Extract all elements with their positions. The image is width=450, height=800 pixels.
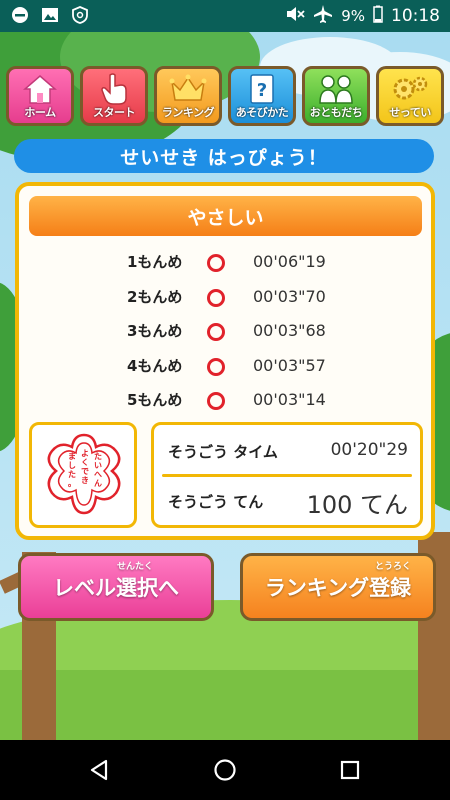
svg-text:き: き [81,476,89,485]
total-time-label: そうごう タイム [168,443,278,461]
round-time: 00'03"57 [253,355,326,375]
level-select-ruby: せんたく [117,562,154,572]
correct-mark-icon [207,254,225,272]
battery-percent: 9% [341,7,365,25]
total-time-value: 00'20"29 [330,440,408,460]
results-panel: やさしい 1もんめ 00'06"19 2もんめ 00'03"70 3もんめ 00… [15,182,435,540]
round-time: 00'03"68 [253,321,326,340]
round-label: 3もんめ [127,322,183,340]
menu-ranking-button[interactable]: ランキング [154,66,222,126]
shield-icon [70,5,90,25]
results-list: 1もんめ 00'06"19 2もんめ 00'03"70 3もんめ 00'03"6… [19,246,431,419]
svg-text:よ: よ [81,449,89,458]
gears-icon [390,72,430,106]
question-icon: ? [249,72,275,106]
svg-text:く: く [81,458,89,467]
menu-home-button[interactable]: ホーム [6,66,74,126]
airplane-icon [313,4,333,28]
round-label: 5もんめ [127,391,183,409]
recents-icon [340,760,360,780]
ranking-register-ruby: とうろく [375,562,412,572]
menu-settings-label: せってい [389,106,431,119]
round-time: 00'03"70 [253,286,326,306]
round-time: 00'03"14 [253,390,326,409]
battery-icon [373,5,383,27]
hand-pointer-icon [99,72,129,106]
svg-text:ま: ま [68,452,76,461]
menu-howto-label: あそびかた [235,106,289,119]
menu-ranking-label: ランキング [161,106,215,119]
navigation-bar [0,740,450,800]
menu-start-label: スタート [93,106,136,119]
menu-home-label: ホーム [24,106,56,119]
recents-button[interactable] [335,755,365,785]
svg-text:で: で [81,467,89,476]
level-title: やさしい [29,196,422,236]
dnd-icon [10,5,30,25]
results-banner: せいせき はっぴょう！ [14,139,434,173]
svg-text:し: し [68,461,76,470]
stamp-box: たいへん よくでき ました。 [29,422,137,528]
round-label: 1もんめ [127,253,183,271]
round-label: 4もんめ [127,356,183,375]
total-score-value: 100 てん [306,491,408,519]
svg-text:い: い [94,461,102,470]
level-select-button[interactable]: せんたく レベル選択へ [18,553,214,621]
svg-text:た: た [94,451,102,461]
round-time: 00'06"19 [253,252,326,271]
menu-start-button[interactable]: スタート [80,66,148,126]
ranking-register-label: ランキング登録 [264,576,412,600]
menu-howto-button[interactable]: ? あそびかた [228,66,296,126]
friends-icon [316,72,356,106]
svg-text:?: ? [257,80,267,101]
correct-mark-icon [207,323,225,341]
menu-settings-button[interactable]: せってい [376,66,444,126]
image-icon [40,5,60,25]
menu-friends-button[interactable]: おともだち [302,66,370,126]
correct-mark-icon [207,392,225,410]
home-circle-icon [214,759,236,781]
round-label: 2もんめ [127,287,183,306]
svg-text:へ: へ [94,470,102,479]
list-item: 4もんめ 00'03"57 [19,350,431,385]
clock: 10:18 [391,6,440,26]
list-item: 1もんめ 00'06"19 [19,246,431,281]
flower-stamp-icon: たいへん よくでき ました。 [47,433,121,515]
svg-text:ん: ん [94,479,102,488]
divider [162,474,412,477]
back-icon [90,759,108,781]
top-menu: ホーム スタート ランキング ? あそびかた おともだち せってい [6,66,446,128]
svg-text:た: た [68,469,76,479]
list-item: 2もんめ 00'03"70 [19,281,431,316]
mute-icon [285,5,305,27]
correct-mark-icon [207,288,225,307]
back-button[interactable] [84,755,114,785]
total-score-label: そうごう てん [168,493,264,511]
list-item: 3もんめ 00'03"68 [19,315,431,350]
correct-mark-icon [207,357,225,376]
crown-icon [169,72,207,106]
total-summary: そうごう タイム 00'20"29 そうごう てん 100 てん [151,422,423,528]
home-nav-button[interactable] [210,755,240,785]
status-bar: 9% 10:18 [0,0,450,32]
level-select-label: レベル選択へ [53,576,179,600]
ranking-register-button[interactable]: とうろく ランキング登録 [240,553,436,621]
menu-friends-label: おともだち [309,106,363,119]
home-icon [23,72,57,106]
svg-text:。: 。 [68,479,76,488]
list-item: 5もんめ 00'03"14 [19,384,431,419]
